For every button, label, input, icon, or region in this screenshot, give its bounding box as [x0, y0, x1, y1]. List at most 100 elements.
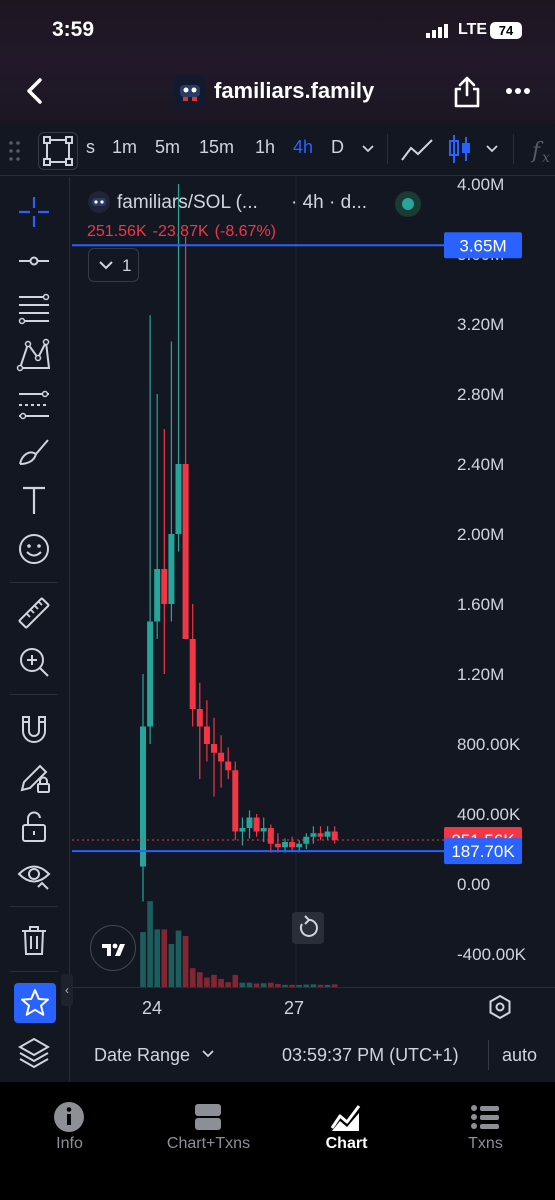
candle-body: [246, 817, 253, 828]
crosshair-icon: [19, 197, 49, 227]
chart-settings-icon[interactable]: [487, 994, 513, 1020]
text-tool[interactable]: [16, 482, 52, 518]
zoom-in-tool[interactable]: [16, 644, 52, 680]
pattern-tool[interactable]: [16, 338, 52, 374]
volume-bar: [232, 974, 239, 987]
price-axis-label: -400.00K: [457, 945, 527, 964]
measure-tool[interactable]: [16, 595, 52, 631]
price-axis-label: 3.20M: [457, 315, 504, 334]
share-icon[interactable]: [452, 75, 482, 109]
more-options-icon[interactable]: [505, 86, 531, 96]
forecast-tool[interactable]: [16, 387, 52, 423]
magnet-tool[interactable]: [16, 711, 52, 747]
list-icon: [471, 1105, 499, 1129]
candle-body: [232, 770, 239, 832]
volume-bar: [168, 944, 175, 987]
chart-type-chevron-icon[interactable]: [485, 144, 499, 154]
volume-bar: [140, 932, 146, 987]
volume-bar: [218, 978, 224, 987]
indicator-count: 1: [122, 256, 132, 275]
price-axis-label: 2.00M: [457, 525, 504, 544]
emoji-tool[interactable]: [16, 531, 52, 567]
indicators-icon[interactable]: f x: [530, 136, 555, 166]
divider: [488, 1040, 489, 1070]
timeframe-1m[interactable]: 1m: [112, 137, 137, 158]
pencil-lock-icon: [20, 764, 50, 793]
timeframe-5m[interactable]: 5m: [155, 137, 180, 158]
auto-scale-button[interactable]: auto: [502, 1045, 537, 1066]
chart-pane[interactable]: 4.00M3.60M3.20M2.80M2.40M2.00M1.60M1.20M…: [72, 177, 555, 987]
projection-icon: [19, 390, 49, 420]
symbol-interval[interactable]: · 4h · d...: [291, 192, 367, 214]
timeframe-4h[interactable]: 4h: [293, 137, 313, 158]
volume-bar: [175, 930, 182, 987]
timeframe-s[interactable]: s: [86, 137, 95, 158]
tradingview-logo[interactable]: [90, 925, 136, 971]
object-tree-tool[interactable]: [16, 1035, 52, 1071]
timeframe-1h[interactable]: 1h: [255, 137, 275, 158]
tab-info[interactable]: Info: [0, 1082, 139, 1182]
crosshair-tool[interactable]: [16, 194, 52, 230]
fib-tool[interactable]: [16, 291, 52, 327]
tab-txns[interactable]: Txns: [416, 1082, 555, 1182]
unlock-icon: [22, 811, 46, 842]
brush-tool[interactable]: [16, 434, 52, 470]
volume-bar: [147, 901, 153, 987]
volume-bar: [197, 972, 203, 987]
cell-signal-icon: [426, 24, 448, 38]
volume-bar: [189, 968, 196, 987]
hide-drawings-tool[interactable]: [16, 857, 52, 893]
magnet-icon: [22, 716, 46, 743]
change-value: -23.87K: [152, 223, 209, 240]
candle-body: [225, 761, 232, 771]
back-button[interactable]: [20, 76, 50, 106]
page-title: familiars.family: [214, 78, 375, 103]
date-range-button[interactable]: Date Range: [94, 1045, 190, 1066]
candle-body: [324, 831, 331, 837]
tab-chart-txns[interactable]: Chart+Txns: [139, 1082, 278, 1182]
candle-body: [310, 833, 317, 837]
smiley-icon: [19, 534, 49, 564]
chevron-down-icon[interactable]: [361, 144, 375, 154]
star-icon: [21, 989, 49, 1016]
remove-drawings-tool[interactable]: [16, 922, 52, 958]
brush-icon: [19, 439, 49, 465]
change-percent: (-8.67%): [214, 223, 277, 240]
stay-in-drawing-tool[interactable]: [16, 760, 52, 796]
area-chart-icon: [330, 1105, 361, 1131]
favorites-button[interactable]: [14, 983, 56, 1023]
network-type: LTE: [458, 21, 488, 38]
tab-label: Txns: [468, 1135, 503, 1152]
ohlc-values: 251.56K -23.87K (-8.67%): [87, 223, 282, 241]
tab-chart[interactable]: Chart: [277, 1082, 416, 1182]
price-axis-label: 4.00M: [457, 177, 504, 194]
timeframe-15m[interactable]: 15m: [199, 137, 234, 158]
indicator-toggle-button[interactable]: 1: [88, 248, 139, 282]
trend-line-tool[interactable]: [16, 243, 52, 279]
candle-body: [189, 639, 196, 709]
volume-bar: [204, 977, 210, 987]
text-icon: [23, 486, 45, 514]
tab-label: Chart: [325, 1135, 368, 1152]
price-chart: 4.00M3.60M3.20M2.80M2.40M2.00M1.60M1.20M…: [72, 177, 527, 987]
price-marker-label: 3.65M: [459, 236, 506, 255]
candle-body: [331, 831, 338, 840]
price-axis-label: 800.00K: [457, 735, 521, 754]
candle-body: [260, 828, 267, 832]
candles-icon[interactable]: [448, 133, 472, 165]
symbol-name[interactable]: familiars/SOL (...: [117, 192, 258, 214]
chevron-down-icon[interactable]: [202, 1049, 214, 1059]
select-area-button[interactable]: [38, 132, 78, 170]
divider: [10, 906, 58, 907]
timeframe-d[interactable]: D: [331, 137, 344, 158]
price-axis-label: 2.40M: [457, 455, 504, 474]
price-axis-label: 2.80M: [457, 385, 504, 404]
clock-timezone[interactable]: 03:59:37 PM (UTC+1): [282, 1045, 459, 1066]
reset-chart-button[interactable]: [292, 912, 324, 944]
line-chart-icon[interactable]: [400, 136, 434, 164]
drag-handle-icon[interactable]: [8, 140, 22, 162]
time-axis-label: 27: [284, 998, 305, 1018]
layers-icon: [17, 1037, 51, 1069]
lock-drawings-tool[interactable]: [16, 809, 52, 845]
volume-bar: [161, 929, 168, 987]
